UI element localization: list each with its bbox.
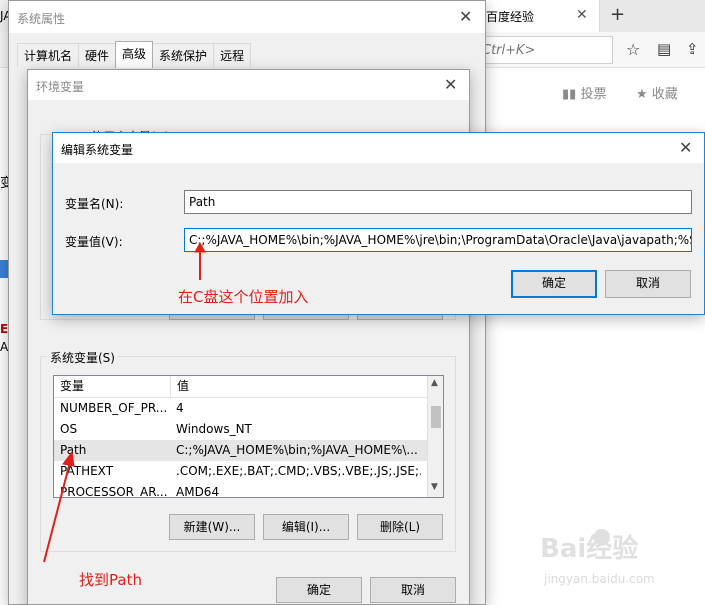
annotation-arrows [43, 241, 206, 563]
annotation-top-note: 在C盘这个位置加入 [178, 288, 309, 306]
baidu-jingyan-watermark: Bai经验 ● jingyan.baidu.com [540, 524, 700, 596]
annotation-bottom-note: 找到Path [79, 571, 142, 589]
arrow-to-path-row [43, 450, 75, 563]
watermark-brand: Bai经验 [540, 534, 639, 564]
watermark-url: jingyan.baidu.com [544, 572, 655, 586]
paw-icon: ● [592, 524, 612, 549]
arrow-up-to-value-field [194, 241, 206, 280]
